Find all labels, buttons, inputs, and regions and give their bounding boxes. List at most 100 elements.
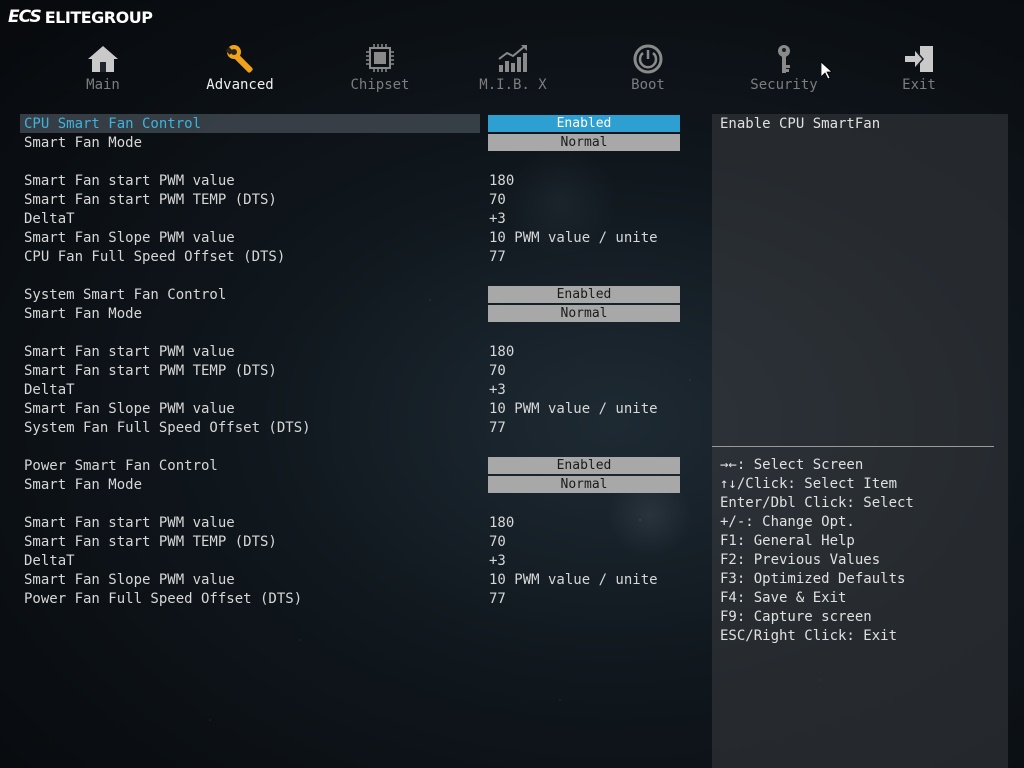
tab-exit[interactable]: Exit (854, 42, 984, 96)
ecs-logo: ECS (8, 7, 42, 27)
house-icon (86, 42, 120, 76)
setting-value[interactable]: 77 (489, 420, 506, 436)
key-hint: F3: Optimized Defaults (720, 571, 906, 587)
setting-system-start-pwm[interactable]: Smart Fan start PWM value 180 (20, 342, 690, 361)
setting-cpu-slope[interactable]: Smart Fan Slope PWM value 10 PWM value /… (20, 228, 690, 247)
wrench-icon (223, 42, 257, 76)
setting-label: Smart Fan start PWM TEMP (DTS) (24, 362, 277, 379)
setting-system-smart-fan-control[interactable]: System Smart Fan Control Enabled (20, 285, 690, 304)
setting-value[interactable]: +3 (489, 211, 506, 227)
setting-system-offset[interactable]: System Fan Full Speed Offset (DTS) 77 (20, 418, 690, 437)
setting-label: DeltaT (24, 381, 75, 398)
setting-value[interactable]: 77 (489, 249, 506, 265)
cpu-smart-fan-control-option[interactable]: Enabled (488, 115, 680, 132)
setting-label: DeltaT (24, 210, 75, 227)
setting-cpu-smart-fan-control[interactable]: CPU Smart Fan Control Enabled (20, 114, 690, 133)
tab-advanced[interactable]: Advanced (175, 42, 305, 96)
setting-label: Power Smart Fan Control (24, 457, 218, 474)
chip-icon (363, 42, 397, 76)
setting-system-deltat[interactable]: DeltaT +3 (20, 380, 690, 399)
brand-name: ELITEGROUP (44, 7, 153, 27)
key-hint: ↑↓/Click: Select Item (720, 476, 898, 492)
key-hint: F1: General Help (720, 533, 855, 549)
top-tab-bar: Main Advanced Chipset M.I.B. X Boot Secu… (38, 42, 988, 96)
brand-logo: ECS ELITEGROUP (8, 6, 153, 28)
key-hint: +/-: Change Opt. (720, 514, 855, 530)
setting-system-smart-fan-mode[interactable]: Smart Fan Mode Normal (20, 304, 690, 323)
setting-power-smart-fan-control[interactable]: Power Smart Fan Control Enabled (20, 456, 690, 475)
setting-label: DeltaT (24, 552, 75, 569)
tab-chipset-label: Chipset (350, 77, 410, 93)
setting-power-smart-fan-mode[interactable]: Smart Fan Mode Normal (20, 475, 690, 494)
power-smart-fan-mode-option[interactable]: Normal (488, 476, 680, 493)
setting-value[interactable]: +3 (489, 382, 506, 398)
setting-value[interactable]: 10 PWM value / unite (489, 572, 658, 588)
setting-label: Smart Fan Slope PWM value (24, 571, 235, 588)
setting-value[interactable]: 70 (489, 534, 506, 550)
key-icon (767, 42, 801, 76)
chart-icon (496, 42, 530, 76)
setting-label: System Fan Full Speed Offset (DTS) (24, 419, 311, 436)
tab-main-label: Main (86, 77, 120, 93)
setting-value[interactable]: 180 (489, 515, 514, 531)
setting-value[interactable]: 180 (489, 344, 514, 360)
tab-exit-label: Exit (902, 77, 936, 93)
tab-boot[interactable]: Boot (583, 42, 713, 96)
tab-security-label: Security (750, 77, 818, 93)
setting-power-offset[interactable]: Power Fan Full Speed Offset (DTS) 77 (20, 589, 690, 608)
setting-cpu-start-temp[interactable]: Smart Fan start PWM TEMP (DTS) 70 (20, 190, 690, 209)
tab-chipset[interactable]: Chipset (315, 42, 445, 96)
tab-mib-x-label: M.I.B. X (479, 77, 547, 93)
setting-value[interactable]: +3 (489, 553, 506, 569)
help-divider (712, 446, 994, 447)
key-hint: Enter/Dbl Click: Select (720, 495, 914, 511)
setting-label: Smart Fan start PWM value (24, 343, 235, 360)
key-legend: →←: Select Screen ↑↓/Click: Select Item … (720, 457, 914, 647)
setting-value[interactable]: 70 (489, 363, 506, 379)
setting-cpu-offset[interactable]: CPU Fan Full Speed Offset (DTS) 77 (20, 247, 690, 266)
setting-value[interactable]: 180 (489, 173, 514, 189)
help-panel: Enable CPU SmartFan →←: Select Screen ↑↓… (712, 114, 1008, 768)
setting-label: Smart Fan Slope PWM value (24, 229, 235, 246)
setting-power-start-pwm[interactable]: Smart Fan start PWM value 180 (20, 513, 690, 532)
exit-icon (902, 42, 936, 76)
help-description: Enable CPU SmartFan (720, 116, 881, 132)
setting-label: Smart Fan Mode (24, 476, 143, 493)
setting-value[interactable]: 70 (489, 192, 506, 208)
setting-cpu-start-pwm[interactable]: Smart Fan start PWM value 180 (20, 171, 690, 190)
setting-label: Smart Fan start PWM value (24, 172, 235, 189)
setting-label: Smart Fan Slope PWM value (24, 400, 235, 417)
setting-power-start-temp[interactable]: Smart Fan start PWM TEMP (DTS) 70 (20, 532, 690, 551)
setting-system-slope[interactable]: Smart Fan Slope PWM value 10 PWM value /… (20, 399, 690, 418)
setting-power-deltat[interactable]: DeltaT +3 (20, 551, 690, 570)
tab-main[interactable]: Main (38, 42, 168, 96)
mouse-cursor-icon (820, 61, 834, 84)
setting-cpu-deltat[interactable]: DeltaT +3 (20, 209, 690, 228)
setting-label: Smart Fan start PWM value (24, 514, 235, 531)
setting-label: Power Fan Full Speed Offset (DTS) (24, 590, 303, 607)
key-hint: F9: Capture screen (720, 609, 872, 625)
cpu-smart-fan-mode-option[interactable]: Normal (488, 134, 680, 151)
setting-label: CPU Smart Fan Control (24, 115, 202, 132)
tab-mib-x[interactable]: M.I.B. X (448, 42, 578, 96)
setting-label: System Smart Fan Control (24, 286, 227, 303)
setting-power-slope[interactable]: Smart Fan Slope PWM value 10 PWM value /… (20, 570, 690, 589)
setting-label: CPU Fan Full Speed Offset (DTS) (24, 248, 286, 265)
key-hint: →←: Select Screen (720, 457, 864, 473)
key-hint: F2: Previous Values (720, 552, 881, 568)
setting-label: Smart Fan Mode (24, 134, 143, 151)
setting-value[interactable]: 10 PWM value / unite (489, 230, 658, 246)
setting-label: Smart Fan start PWM TEMP (DTS) (24, 191, 277, 208)
system-smart-fan-mode-option[interactable]: Normal (488, 305, 680, 322)
setting-value[interactable]: 77 (489, 591, 506, 607)
system-smart-fan-control-option[interactable]: Enabled (488, 286, 680, 303)
setting-cpu-smart-fan-mode[interactable]: Smart Fan Mode Normal (20, 133, 690, 152)
setting-value[interactable]: 10 PWM value / unite (489, 401, 658, 417)
power-icon (631, 42, 665, 76)
setting-system-start-temp[interactable]: Smart Fan start PWM TEMP (DTS) 70 (20, 361, 690, 380)
power-smart-fan-control-option[interactable]: Enabled (488, 457, 680, 474)
key-hint: ESC/Right Click: Exit (720, 628, 898, 644)
tab-boot-label: Boot (631, 77, 665, 93)
setting-label: Smart Fan Mode (24, 305, 143, 322)
tab-advanced-label: Advanced (206, 77, 274, 93)
